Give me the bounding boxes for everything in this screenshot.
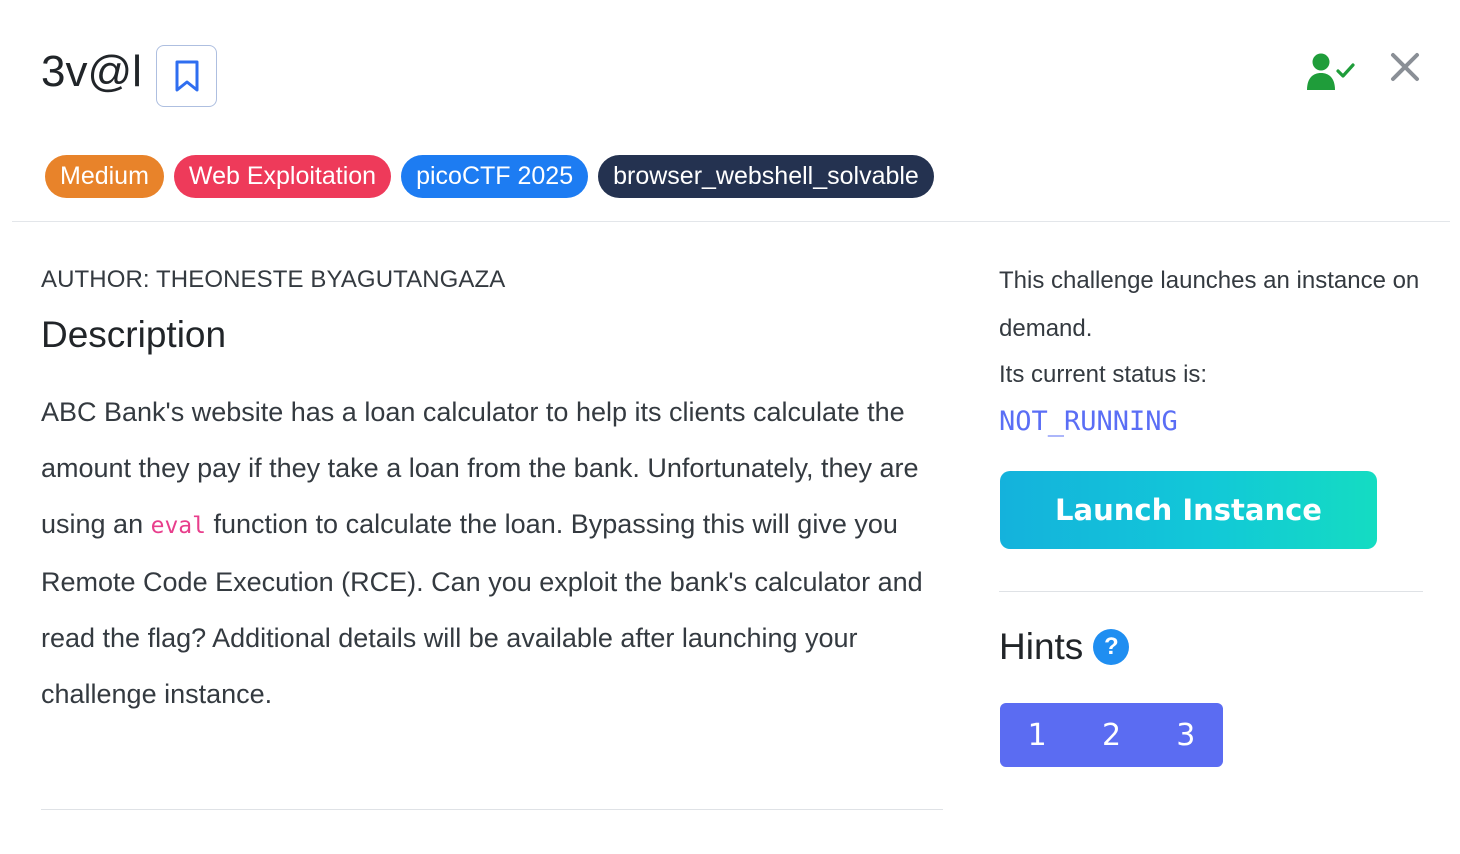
description-text: ABC Bank's website has a loan calculator… (41, 384, 941, 722)
hint-button-1[interactable]: 1 (1000, 703, 1074, 767)
difficulty-tag[interactable]: Medium (45, 155, 164, 198)
eval-code: eval (150, 513, 206, 539)
hints-heading-row: Hints ? (999, 626, 1130, 668)
solved-status-button[interactable] (1306, 52, 1356, 92)
header-divider (12, 221, 1450, 222)
hint-button-2[interactable]: 2 (1074, 703, 1148, 767)
launch-instance-button[interactable]: Launch Instance (1000, 471, 1377, 549)
close-button[interactable] (1388, 50, 1422, 84)
close-icon (1391, 53, 1419, 81)
challenge-title: 3v@l (41, 47, 142, 96)
description-text-end: function to calculate the loan. Bypassin… (41, 509, 923, 709)
sidebar-divider (999, 591, 1423, 592)
description-divider (41, 809, 943, 810)
hints-button-group: 1 2 3 (1000, 703, 1223, 767)
help-icon[interactable]: ? (1093, 629, 1130, 665)
challenge-modal: 3v@l Medium Web Exploitation picoCTF 202… (0, 0, 1460, 854)
tag-list: Medium Web Exploitation picoCTF 2025 bro… (45, 155, 944, 198)
status-label: Its current status is: (999, 361, 1208, 388)
author-label: AUTHOR: THEONESTE BYAGUTANGAZA (41, 266, 506, 293)
hint-button-3[interactable]: 3 (1149, 703, 1223, 767)
category-tag[interactable]: Web Exploitation (173, 155, 392, 198)
instance-info-text: This challenge launches an instance on d… (999, 267, 1420, 342)
description-heading: Description (41, 314, 227, 355)
bookmark-button[interactable] (156, 45, 217, 107)
feature-tag[interactable]: browser_webshell_solvable (598, 155, 934, 198)
bookmark-icon (175, 60, 198, 92)
hints-heading: Hints (999, 626, 1084, 667)
instance-status-value: NOT_RUNNING (999, 406, 1178, 437)
user-check-icon (1307, 53, 1355, 90)
event-tag[interactable]: picoCTF 2025 (401, 155, 589, 198)
